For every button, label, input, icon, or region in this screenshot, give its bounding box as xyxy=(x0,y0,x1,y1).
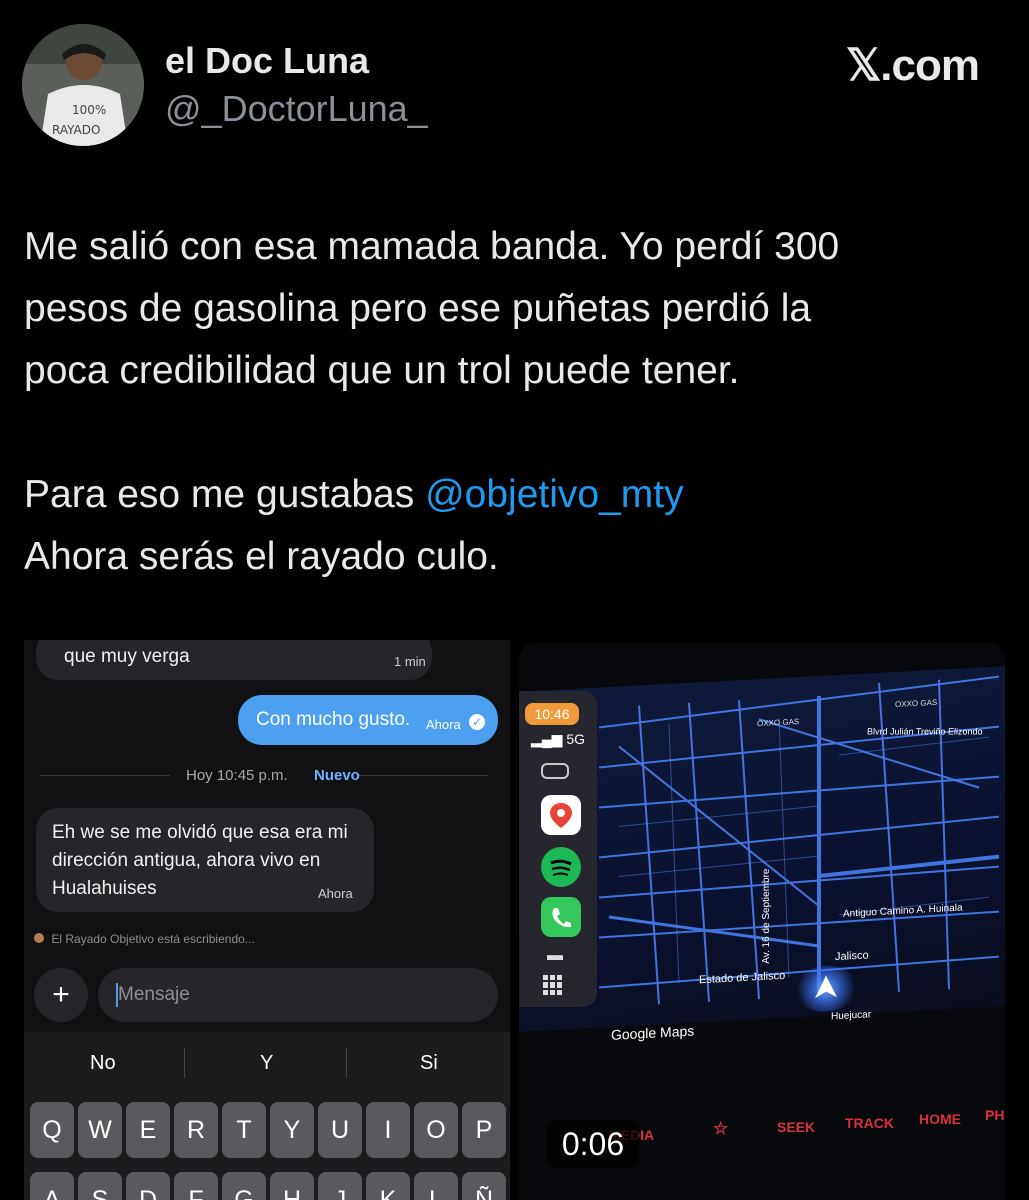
key[interactable]: W xyxy=(78,1102,122,1158)
key[interactable]: K xyxy=(366,1172,410,1200)
message-text: Hualahuises xyxy=(52,878,157,899)
video-duration-badge: 0:06 xyxy=(547,1120,639,1168)
key-row-2: A S D F G H J K L Ñ xyxy=(30,1172,510,1200)
tweet-line: Me salió con esa mamada banda. Yo perdí … xyxy=(24,225,840,268)
svg-text:RAYADO: RAYADO xyxy=(52,123,100,137)
key[interactable]: D xyxy=(126,1172,170,1200)
signal-indicator: ▂▄▆ 5G xyxy=(531,731,585,748)
carplay-video[interactable]: Blvrd Julián Treviño Elizondo Antiguo Ca… xyxy=(519,643,1005,1200)
divider-new-label: Nuevo xyxy=(314,767,360,784)
key[interactable]: R xyxy=(174,1102,218,1158)
user-handle[interactable]: @_DoctorLuna_ xyxy=(165,88,428,130)
tweet-line: Ahora serás el rayado culo. xyxy=(24,535,499,578)
key[interactable]: H xyxy=(270,1172,314,1200)
attach-plus-button[interactable]: + xyxy=(34,968,88,1022)
tweet-text: Me salió con esa mamada banda. Yo perdí … xyxy=(24,216,1004,588)
map-street-label: Av. 16 de Septiembre xyxy=(761,868,772,965)
message-time: Ahora xyxy=(426,717,461,732)
tweet-line: pesos de gasolina pero ese puñetas perdi… xyxy=(24,287,812,330)
key[interactable]: J xyxy=(318,1172,362,1200)
message-text: dirección antigua, ahora vivo en xyxy=(52,850,321,871)
avatar-image: 100% RAYADO xyxy=(22,24,144,146)
key[interactable]: S xyxy=(78,1172,122,1200)
read-check-icon: ✓ xyxy=(469,714,485,730)
dash-button-home: HOME xyxy=(919,1111,961,1127)
message-text: Con mucho gusto. xyxy=(256,709,411,730)
dash-button-phone: PH xyxy=(985,1107,1005,1123)
display-name[interactable]: el Doc Luna xyxy=(165,40,369,82)
key[interactable]: P xyxy=(462,1102,506,1158)
message-input[interactable]: Mensaje xyxy=(98,968,498,1022)
phone-app-icon[interactable] xyxy=(541,897,581,937)
key-row-1: Q W E R T Y U I O P xyxy=(30,1102,510,1162)
suggestion-item[interactable]: Y xyxy=(260,1052,273,1075)
app-grid-icon[interactable] xyxy=(543,975,563,995)
car-icon[interactable]: ▬ xyxy=(547,947,563,965)
keyboard: No Y Si Q W E R T Y U I O P A S D F G H … xyxy=(24,1032,510,1200)
map-brand-label: Google Maps xyxy=(611,1022,695,1043)
key[interactable]: A xyxy=(30,1172,74,1200)
incoming-message: que muy verga 1 min xyxy=(36,640,432,680)
divider-time: Hoy 10:45 p.m. xyxy=(186,767,288,784)
carplay-dock: 10:46 ▂▄▆ 5G ▬ xyxy=(519,691,597,1007)
signal-text: 5G xyxy=(566,731,586,747)
key[interactable]: O xyxy=(414,1102,458,1158)
map-street-label: Blvrd Julián Treviño Elizondo xyxy=(866,726,983,737)
avatar-shirt-text: 100% xyxy=(72,103,106,117)
suggestion-item[interactable]: Si xyxy=(420,1052,438,1075)
key[interactable]: L xyxy=(414,1172,458,1200)
video-duration: 0:06 xyxy=(561,1125,625,1162)
key[interactable]: F xyxy=(174,1172,218,1200)
typing-indicator: El Rayado Objetivo está escribiendo... xyxy=(34,932,255,946)
typing-text: El Rayado Objetivo está escribiendo... xyxy=(51,932,255,946)
dash-button-seek: SEEK xyxy=(777,1119,816,1135)
message-text: Eh we se me olvidó que esa era mi xyxy=(52,822,348,843)
key[interactable]: E xyxy=(126,1102,170,1158)
clock-text: 10:46 xyxy=(534,706,570,722)
message-time: Ahora xyxy=(318,886,353,901)
toggle-pill-icon xyxy=(541,763,569,779)
signal-bars-icon: ▂▄▆ xyxy=(531,731,563,747)
dash-button-track: TRACK xyxy=(845,1115,894,1131)
input-placeholder: Mensaje xyxy=(118,984,190,1005)
message-time: 1 min xyxy=(394,654,426,669)
key[interactable]: G xyxy=(222,1172,266,1200)
new-messages-divider: Hoy 10:45 p.m. Nuevo xyxy=(40,767,488,784)
x-brand-logo: 𝕏.com xyxy=(845,41,980,90)
key[interactable]: Y xyxy=(270,1102,314,1158)
tweet-line: poca credibilidad que un trol puede tene… xyxy=(24,349,740,392)
map-street-label: Huejucar xyxy=(831,1009,872,1023)
mention-link[interactable]: @objetivo_mty xyxy=(425,473,684,516)
key[interactable]: I xyxy=(366,1102,410,1158)
plus-icon: + xyxy=(52,978,70,1011)
tweet-line: Para eso me gustabas @objetivo_mty xyxy=(24,464,1004,526)
key[interactable]: Q xyxy=(30,1102,74,1158)
clock-badge: 10:46 xyxy=(525,703,579,725)
incoming-message: Eh we se me olvidó que esa era mi direcc… xyxy=(36,808,374,912)
map-street-label: Jalisco xyxy=(835,949,869,964)
dash-button-favorite: ☆ xyxy=(713,1119,729,1138)
spotify-app-icon[interactable] xyxy=(541,847,581,887)
key[interactable]: Ñ xyxy=(462,1172,506,1200)
outgoing-message: Con mucho gusto. Ahora ✓ xyxy=(238,695,498,745)
avatar[interactable]: 100% RAYADO xyxy=(22,24,144,146)
navigation-arrow-icon xyxy=(795,964,857,1014)
suggestion-item[interactable]: No xyxy=(90,1052,116,1075)
chat-screenshot[interactable]: que muy verga 1 min Con mucho gusto. Aho… xyxy=(24,640,510,1200)
key[interactable]: U xyxy=(318,1102,362,1158)
message-text: que muy verga xyxy=(64,646,190,667)
suggestion-bar: No Y Si xyxy=(24,1032,510,1092)
typing-avatar-icon xyxy=(34,933,44,943)
google-maps-app-icon[interactable] xyxy=(541,795,581,835)
key[interactable]: T xyxy=(222,1102,266,1158)
tweet-line-prefix: Para eso me gustabas xyxy=(24,473,426,516)
